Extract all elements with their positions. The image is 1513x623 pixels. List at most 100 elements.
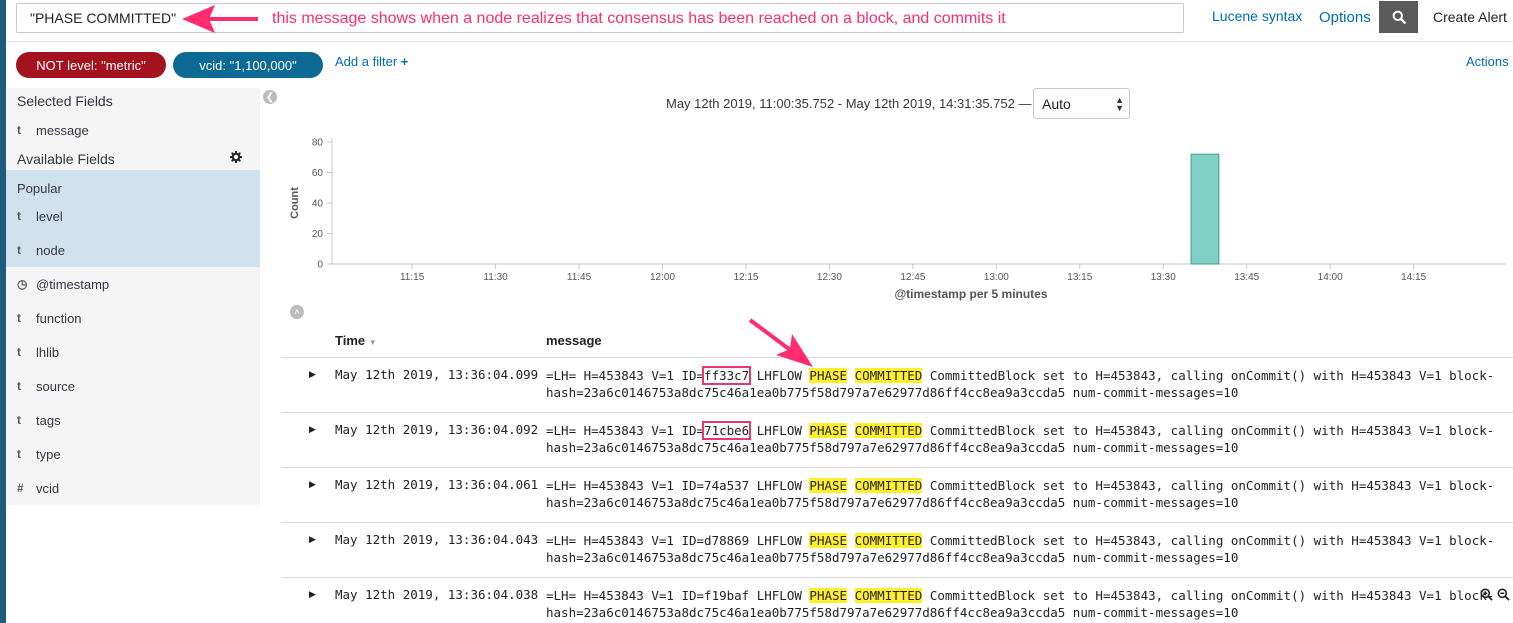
caret-right-icon[interactable]: ▶: [309, 479, 316, 490]
field-item-timestamp[interactable]: ◷ @timestamp: [6, 267, 260, 301]
field-name: level: [36, 208, 63, 224]
x-tick-label: 12:15: [733, 272, 758, 283]
time-header-label: Time: [335, 333, 366, 348]
row-message: =LH= H=453843 V=1 ID=d78869 LHFLOW PHASE…: [546, 532, 1494, 566]
caret-right-icon[interactable]: ▶: [309, 589, 316, 600]
interval-value: Auto: [1042, 95, 1071, 112]
filter-pill-not-level[interactable]: NOT level: "metric": [16, 52, 166, 78]
available-fields-heading: Available Fields: [17, 151, 115, 167]
row-time: May 12th 2019, 13:36:04.061: [335, 477, 539, 492]
select-arrows-icon: ▲ ▼: [1115, 95, 1124, 113]
msg-after-id: LHFLOW: [749, 478, 810, 493]
caret-right-icon[interactable]: ▶: [309, 424, 316, 435]
msg-rest-line1: CommittedBlock set to H=453843, calling …: [922, 368, 1495, 383]
gear-icon[interactable]: [230, 151, 242, 163]
field-name: vcid: [36, 480, 60, 496]
caret-right-icon[interactable]: ▶: [309, 369, 316, 380]
clock-icon: ◷: [17, 277, 28, 291]
x-tick-label: 13:45: [1234, 272, 1259, 283]
y-tick-label: 0: [317, 260, 323, 271]
field-name: type: [36, 446, 61, 462]
interval-select[interactable]: Auto ▲ ▼: [1033, 88, 1130, 119]
highlight-phase: PHASE: [809, 423, 848, 438]
msg-id: 74a537: [704, 478, 750, 493]
popular-label: Popular: [17, 181, 62, 196]
x-tick-label: 13:30: [1151, 272, 1176, 283]
search-query[interactable]: "PHASE COMMITTED": [30, 10, 176, 26]
x-tick-label: 14:00: [1318, 272, 1343, 283]
selected-fields-heading: Selected Fields: [17, 93, 113, 109]
caret-right-icon[interactable]: ▶: [309, 534, 316, 545]
field-type-icon: t: [17, 379, 21, 393]
field-type-icon: t: [17, 123, 21, 137]
add-filter-link[interactable]: Add a filter +: [335, 54, 408, 69]
msg-id: 71cbe6: [702, 421, 752, 440]
field-name: node: [36, 242, 65, 258]
time-range-text: May 12th 2019, 11:00:35.752 - May 12th 2…: [666, 96, 1032, 111]
options-link[interactable]: Options: [1319, 9, 1371, 26]
filter-pill-label: vcid: "1,100,000": [199, 57, 297, 73]
x-tick-label: 13:00: [984, 272, 1009, 283]
zoom-out-icon[interactable]: [1497, 588, 1510, 601]
msg-after-id: LHFLOW: [749, 533, 810, 548]
x-tick-label: 13:15: [1067, 272, 1092, 283]
field-item-type[interactable]: t type: [6, 437, 260, 471]
y-axis-label: Count: [289, 187, 301, 219]
table-row[interactable]: ▶ May 12th 2019, 13:36:04.092 =LH= H=45384…: [281, 412, 1513, 467]
table-row[interactable]: ▶ May 12th 2019, 13:36:04.061 =LH= H=45384…: [281, 467, 1513, 522]
msg-rest-line2: hash=23a6c0146753a8dc75c46a1ea0b775f58d7…: [546, 550, 1239, 565]
filter-pill-label: NOT level: "metric": [36, 57, 146, 73]
msg-rest-line2: hash=23a6c0146753a8dc75c46a1ea0b775f58d7…: [546, 495, 1239, 510]
row-time: May 12th 2019, 13:36:04.038: [335, 587, 539, 602]
field-name: source: [36, 378, 76, 394]
table-row[interactable]: ▶ May 12th 2019, 13:36:04.038 =LH= H=45384…: [281, 577, 1513, 623]
field-type-icon: t: [17, 311, 21, 325]
highlight-phase: PHASE: [809, 588, 848, 603]
create-alert-button[interactable]: Create Alert: [1433, 9, 1507, 25]
field-item-function[interactable]: t function: [6, 301, 260, 335]
y-tick-label: 20: [312, 229, 324, 240]
table-row[interactable]: ▶ May 12th 2019, 13:36:04.099 =LH= H=45384…: [281, 357, 1513, 412]
collapse-chart-icon[interactable]: ˄: [290, 305, 304, 319]
zoom-in-icon[interactable]: [1480, 588, 1493, 601]
row-message: =LH= H=453843 V=1 ID=ff33c7 LHFLOW PHASE…: [546, 366, 1495, 401]
actions-link[interactable]: Actions: [1466, 54, 1509, 69]
field-name: function: [36, 310, 82, 326]
field-item-node[interactable]: t node: [6, 233, 260, 267]
msg-rest-line1: CommittedBlock set to H=453843, calling …: [922, 588, 1495, 603]
field-type-icon: #: [17, 481, 24, 495]
search-button[interactable]: [1379, 1, 1418, 33]
lucene-syntax-link[interactable]: Lucene syntax: [1212, 8, 1302, 24]
table-row[interactable]: ▶ May 12th 2019, 13:36:04.043 =LH= H=45384…: [281, 522, 1513, 577]
field-item-tags[interactable]: t tags: [6, 403, 260, 437]
annotation-text: this message shows when a node realizes …: [272, 10, 1006, 27]
field-item-message[interactable]: t message: [6, 113, 260, 147]
add-filter-label: Add a filter: [335, 54, 398, 69]
row-message: =LH= H=453843 V=1 ID=74a537 LHFLOW PHASE…: [546, 477, 1494, 511]
x-tick-label: 14:15: [1401, 272, 1426, 283]
histogram-chart: 0 20 40 60 80 11:15 11:30 11:45 12:00 12:15 12:30 1…: [289, 138, 1506, 301]
field-name: lhlib: [36, 344, 60, 360]
field-item-level[interactable]: t level: [6, 199, 260, 233]
msg-rest-line2: hash=23a6c0146753a8dc75c46a1ea0b775f58d7…: [546, 440, 1239, 455]
field-name: message: [36, 122, 89, 138]
filter-pill-vcid[interactable]: vcid: "1,100,000": [173, 52, 323, 78]
msg-rest-line2: hash=23a6c0146753a8dc75c46a1ea0b775f58d7…: [546, 605, 1239, 620]
histogram-bar: [1190, 153, 1220, 265]
highlight-phase: PHASE: [809, 478, 848, 493]
msg-after-id: LHFLOW: [749, 588, 810, 603]
field-name: @timestamp: [36, 276, 110, 292]
field-item-vcid[interactable]: # vcid: [6, 471, 260, 505]
msg-prefix: =LH= H=453843 V=1 ID=: [546, 368, 705, 383]
x-tick-label: 12:00: [650, 272, 675, 283]
time-column-header[interactable]: Time ▼: [335, 333, 377, 348]
collapse-sidebar-icon[interactable]: ❮: [263, 90, 277, 104]
field-type-icon: t: [17, 209, 21, 223]
y-tick-label: 80: [312, 138, 324, 149]
highlight-committed: COMMITTED: [854, 588, 923, 603]
field-item-source[interactable]: t source: [6, 369, 260, 403]
sort-down-icon: ▼: [368, 338, 377, 347]
msg-after-id: LHFLOW: [749, 368, 810, 383]
field-item-lhlib[interactable]: t lhlib: [6, 335, 260, 369]
field-name: tags: [36, 412, 61, 428]
